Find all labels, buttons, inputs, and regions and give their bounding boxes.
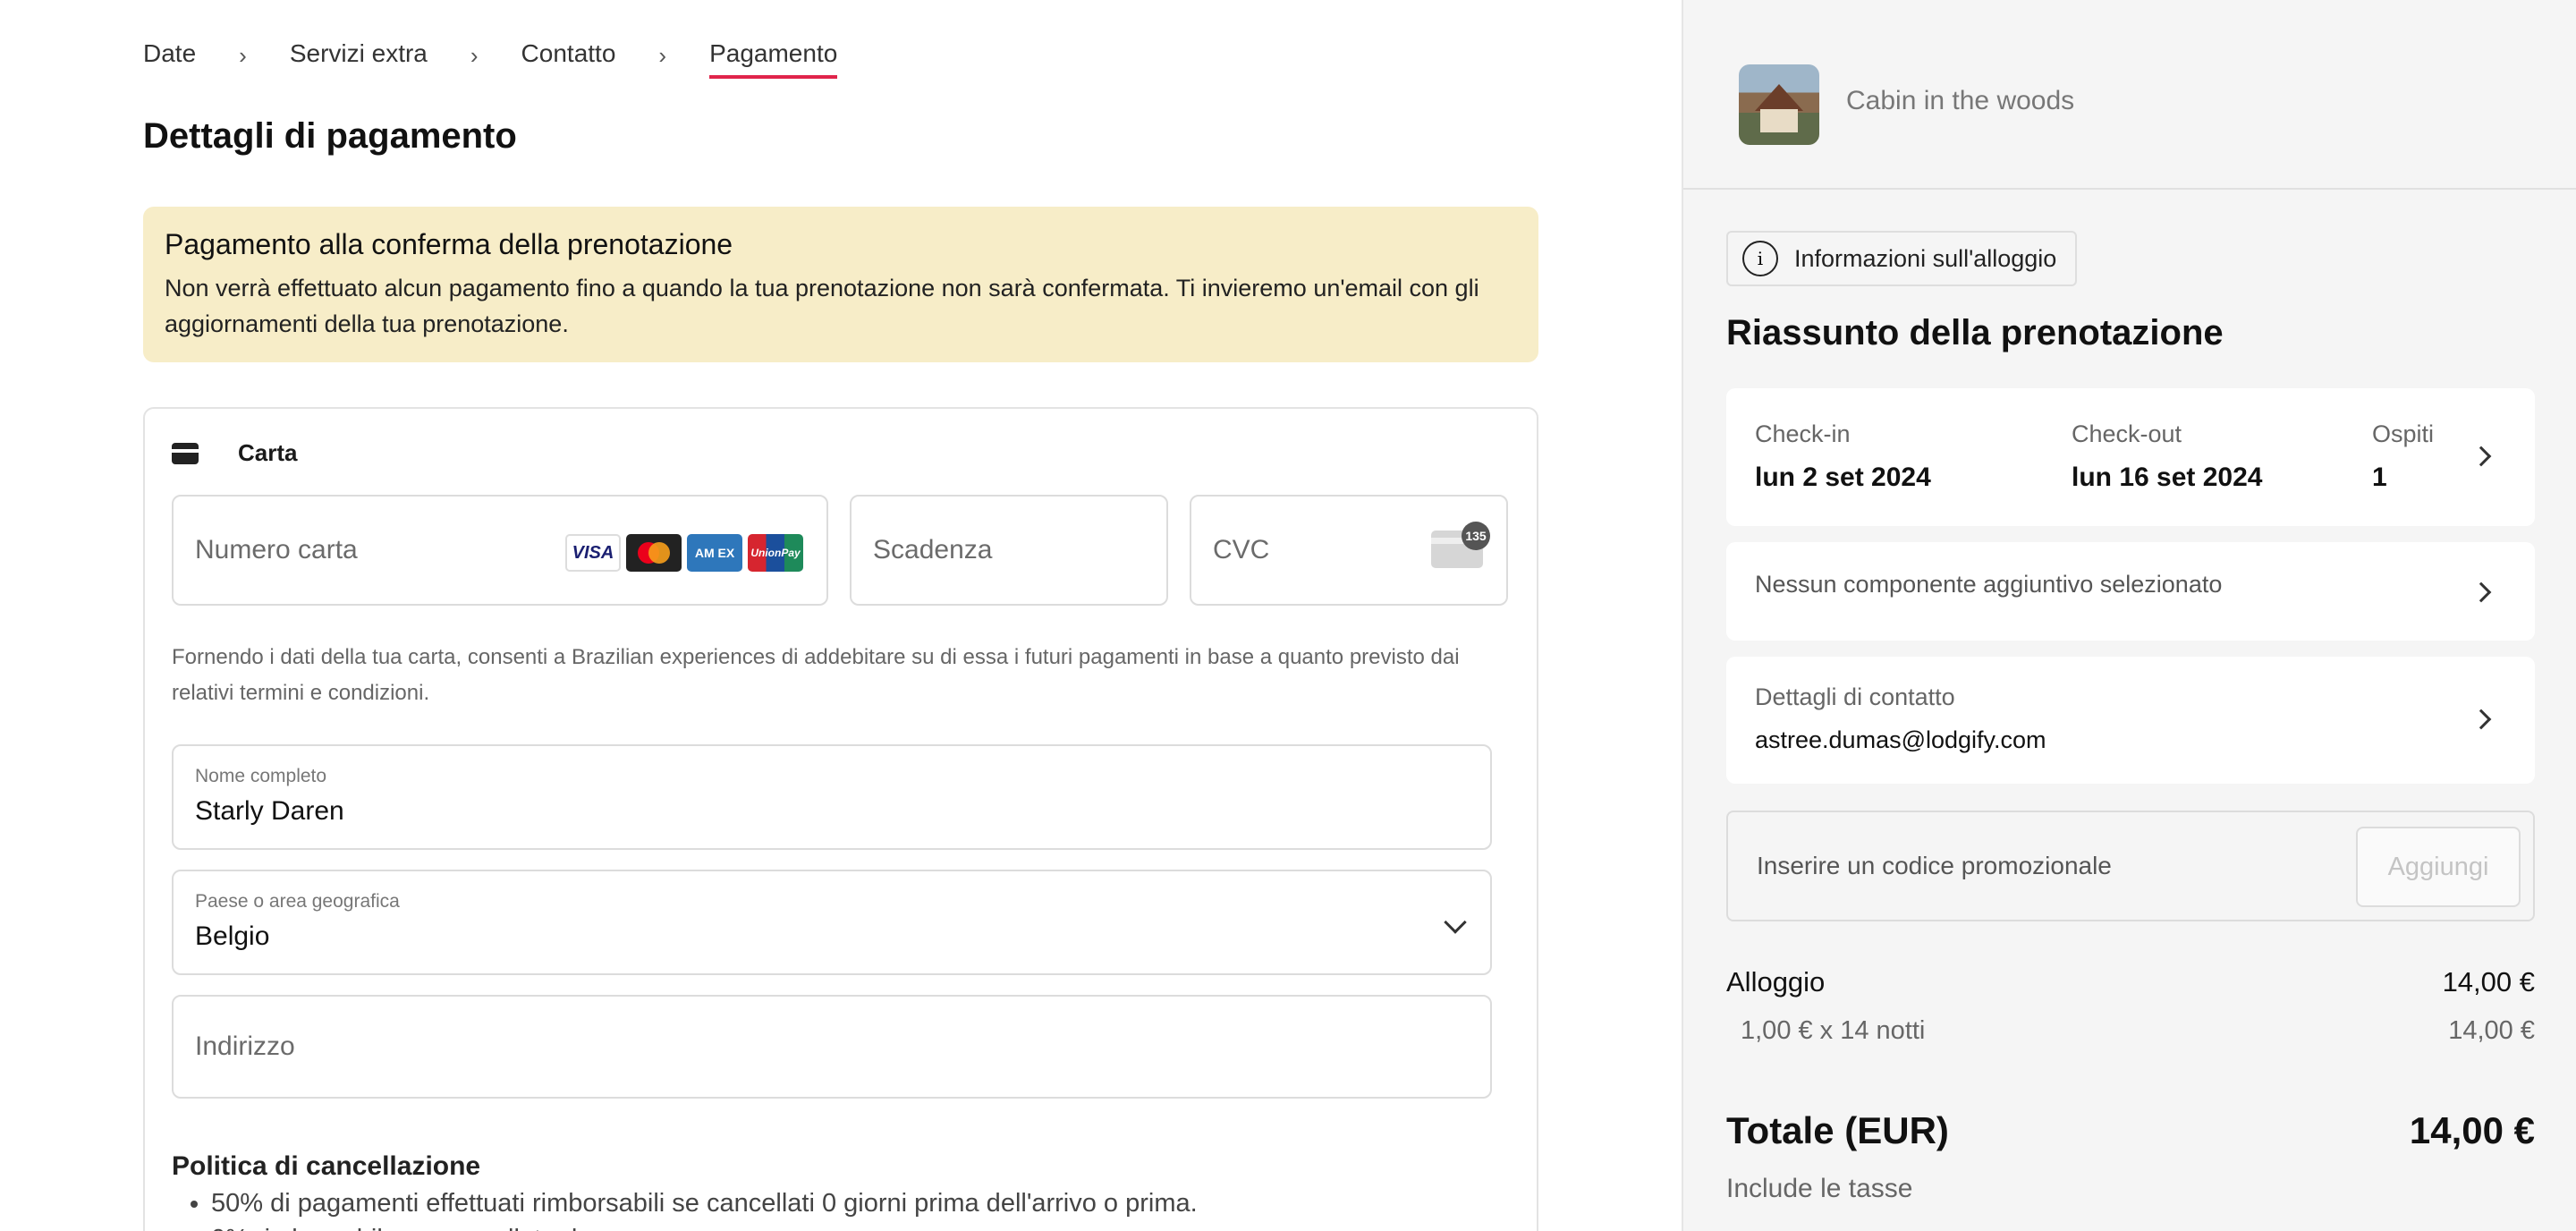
property-info-button[interactable]: i Informazioni sull'alloggio — [1726, 231, 2077, 286]
chevron-right-icon — [2470, 446, 2492, 467]
mastercard-icon — [626, 534, 682, 572]
notice-title: Pagamento alla conferma della prenotazio… — [165, 228, 733, 260]
amex-icon: AM EX — [687, 534, 742, 572]
contact-label: Dettagli di contatto — [1755, 683, 1955, 710]
cvc-field[interactable]: CVC 135 — [1190, 495, 1508, 606]
card-payment-panel: Carta Numero carta VISA AM EX UnionPay S… — [143, 407, 1538, 1231]
dates-guests-card[interactable]: Check-in lun 2 set 2024 Check-out lun 16… — [1726, 388, 2535, 526]
payment-method-tab[interactable]: Carta — [172, 439, 297, 467]
promo-code-field[interactable]: Inserire un codice promozionale Aggiungi — [1726, 811, 2535, 921]
country-select[interactable]: Paese o area geografica Belgio — [172, 870, 1492, 975]
contact-email: astree.dumas@lodgify.com — [1755, 726, 2046, 753]
country-label: Paese o area geografica — [195, 891, 400, 912]
accommodation-line: Alloggio 14,00 € — [1726, 966, 2535, 998]
addons-text: Nessun componente aggiuntivo selezionato — [1755, 571, 2223, 598]
checkin-value: lun 2 set 2024 — [1755, 463, 1931, 492]
nights-line: 1,00 € x 14 notti 14,00 € — [1726, 1016, 2535, 1046]
card-consent-text: Fornendo i dati della tua carta, consent… — [172, 645, 1460, 705]
policy-item: 50% di pagamenti effettuati rimborsabili… — [211, 1185, 1198, 1221]
checkin: Check-in lun 2 set 2024 — [1755, 420, 1931, 493]
chevron-right-icon — [2470, 709, 2492, 730]
cancellation-policy: Politica di cancellazione 50% di pagamen… — [172, 1151, 1198, 1231]
cvc-badge: 135 — [1462, 522, 1490, 550]
address-field[interactable]: Indirizzo — [172, 995, 1492, 1099]
expiry-field[interactable]: Scadenza — [850, 495, 1168, 606]
tax-note: Include le tasse — [1726, 1174, 1913, 1203]
info-icon: i — [1742, 241, 1778, 276]
page-title: Dettagli di pagamento — [143, 116, 517, 156]
promo-code-placeholder: Inserire un codice promozionale — [1757, 852, 2112, 879]
chevron-right-icon — [2470, 582, 2492, 603]
booking-summary-title: Riassunto della prenotazione — [1726, 313, 2224, 352]
breadcrumb-payment[interactable]: Pagamento — [709, 39, 838, 79]
unionpay-icon: UnionPay — [748, 534, 803, 572]
expiry-placeholder: Scadenza — [873, 535, 993, 565]
full-name-label: Nome completo — [195, 766, 327, 786]
full-name-field[interactable]: Nome completo Starly Daren — [172, 744, 1492, 850]
booking-sidebar: Cabin in the woods i Informazioni sull'a… — [1682, 0, 2576, 1231]
nights-amount: 14,00 € — [2448, 1016, 2535, 1045]
address-placeholder: Indirizzo — [195, 1031, 295, 1061]
accommodation-amount: 14,00 € — [2442, 966, 2535, 998]
apply-promo-button[interactable]: Aggiungi — [2356, 827, 2521, 907]
guests-label: Ospiti — [2372, 420, 2435, 447]
checkout: Check-out lun 16 set 2024 — [2072, 420, 2262, 493]
property-name: Cabin in the woods — [1846, 86, 2075, 115]
addons-card[interactable]: Nessun componente aggiuntivo selezionato — [1726, 542, 2535, 641]
guests: Ospiti 1 — [2372, 420, 2434, 493]
full-name-value: Starly Daren — [195, 796, 344, 826]
notice-text: Non verrà effettuato alcun pagamento fin… — [165, 275, 1479, 337]
breadcrumb-separator: › — [658, 41, 667, 69]
policy-item: 0% rimborsabile se cancellato dopo. — [211, 1221, 1198, 1231]
checkout-value: lun 16 set 2024 — [2072, 463, 2263, 492]
guests-value: 1 — [2372, 463, 2387, 492]
property-header: Cabin in the woods — [1683, 0, 2576, 190]
breadcrumb-extra-services[interactable]: Servizi extra — [290, 39, 428, 79]
property-thumbnail — [1739, 64, 1819, 145]
payment-method-label: Carta — [238, 439, 298, 466]
property-info-label: Informazioni sull'alloggio — [1794, 244, 2057, 272]
breadcrumb-date[interactable]: Date — [143, 39, 196, 79]
checkin-label: Check-in — [1755, 420, 1851, 447]
country-value: Belgio — [195, 921, 270, 951]
cvc-card-icon: 135 — [1431, 522, 1490, 568]
breadcrumb-separator: › — [239, 41, 247, 69]
total-line: Totale (EUR) 14,00 € — [1726, 1109, 2535, 1152]
total-label: Totale (EUR) — [1726, 1109, 1949, 1151]
main-panel: Date › Servizi extra › Contatto › Pagame… — [0, 0, 1682, 1231]
card-number-field[interactable]: Numero carta VISA AM EX UnionPay — [172, 495, 828, 606]
total-amount: 14,00 € — [2409, 1109, 2535, 1151]
chevron-down-icon — [1444, 911, 1467, 934]
credit-card-icon — [172, 442, 199, 464]
breadcrumb-contact[interactable]: Contatto — [521, 39, 616, 79]
checkout-label: Check-out — [2072, 420, 2182, 447]
payment-notice: Pagamento alla conferma della prenotazio… — [143, 207, 1538, 362]
contact-card[interactable]: Dettagli di contatto astree.dumas@lodgif… — [1726, 657, 2535, 784]
visa-icon: VISA — [565, 534, 621, 572]
cvc-placeholder: CVC — [1213, 535, 1270, 565]
policy-title: Politica di cancellazione — [172, 1151, 481, 1181]
breadcrumb: Date › Servizi extra › Contatto › Pagame… — [143, 39, 838, 79]
card-number-placeholder: Numero carta — [195, 535, 358, 565]
nights-label: 1,00 € x 14 notti — [1741, 1016, 1926, 1045]
accommodation-label: Alloggio — [1726, 966, 1826, 998]
policy-list: 50% di pagamenti effettuati rimborsabili… — [172, 1185, 1198, 1231]
breadcrumb-separator: › — [470, 41, 479, 69]
card-brands: VISA AM EX UnionPay — [565, 534, 803, 572]
